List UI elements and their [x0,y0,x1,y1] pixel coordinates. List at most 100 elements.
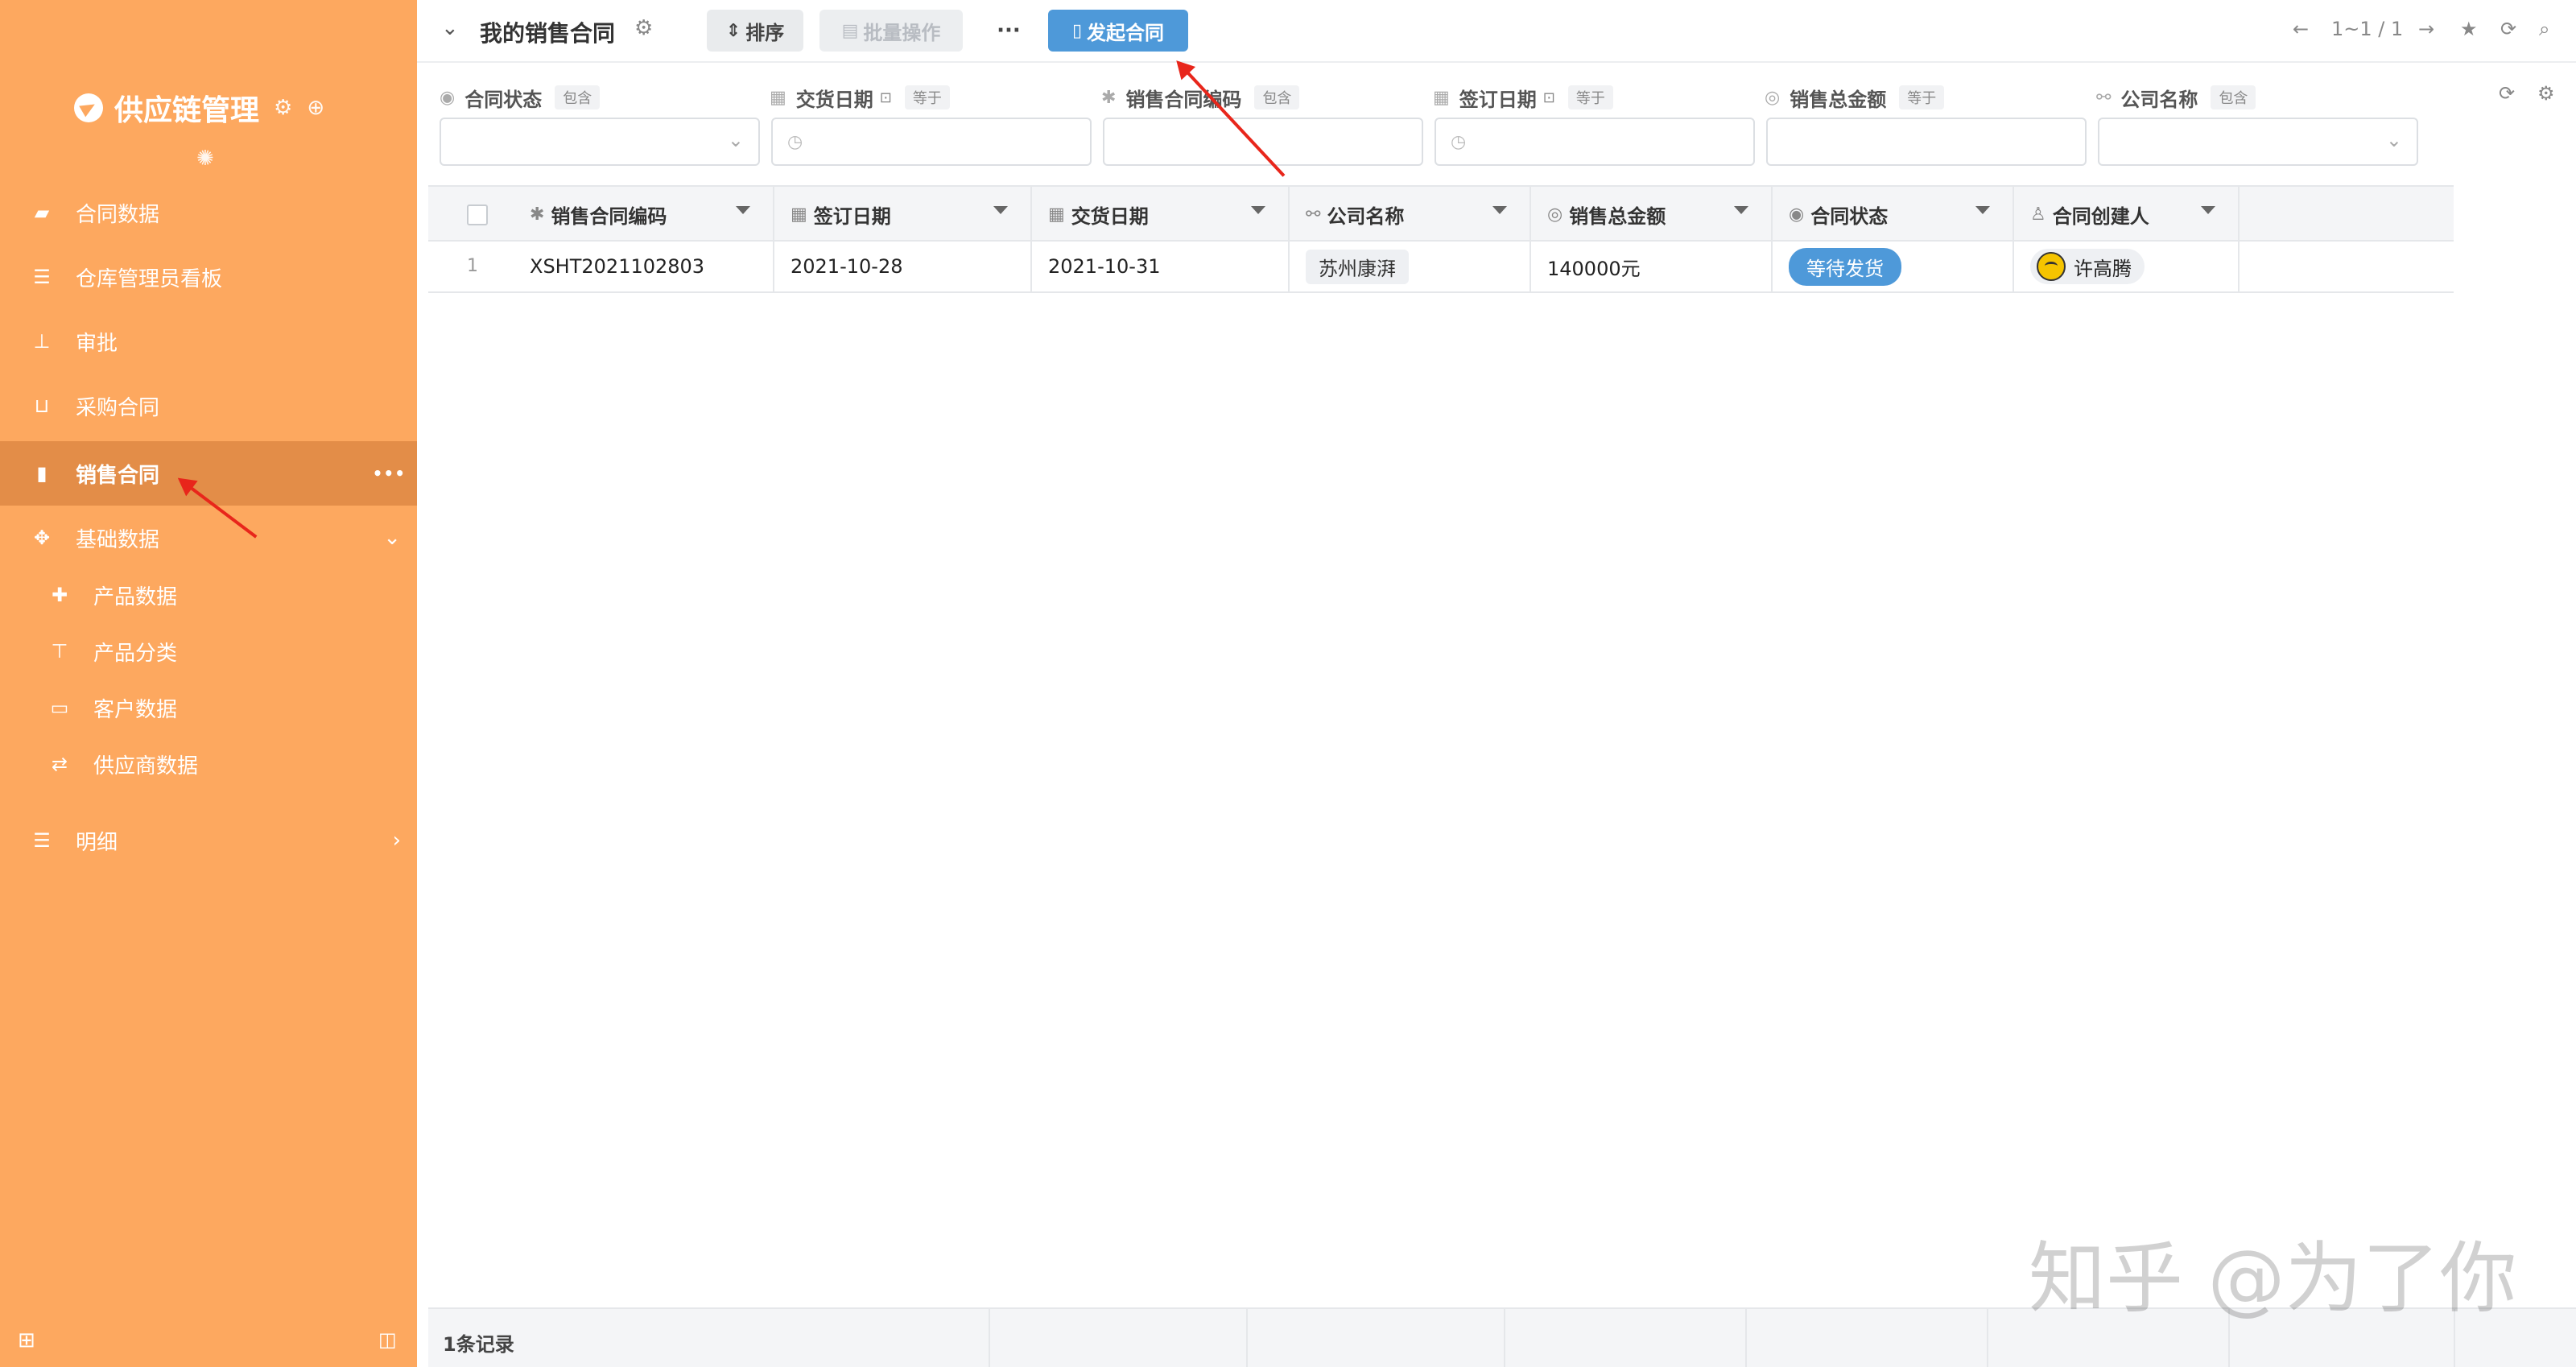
contract-status-select[interactable]: ⌄ [440,118,760,166]
caret-down-icon[interactable] [736,206,750,214]
add-square-icon[interactable]: ⊞ [18,1328,35,1353]
batch-operation-button[interactable]: ▤ 批量操作 [819,10,963,52]
stamp-icon: ⊥ [33,330,51,353]
sort-label: 排序 [745,21,785,44]
basket-icon: ⊔ [34,394,50,417]
view-settings-icon[interactable]: ⚙ [634,16,653,40]
company-name-select[interactable]: ⌄ [2098,118,2418,166]
dropdown-square-icon[interactable]: ⊡ [1543,89,1555,106]
caret-down-icon[interactable] [1975,206,1990,214]
add-circle-icon[interactable]: ⊕ [307,96,324,120]
caret-down-icon[interactable] [1492,206,1507,214]
chevron-down-icon[interactable]: ⌄ [441,16,459,40]
more-button[interactable]: ··· [980,10,1037,52]
exchange-icon: ⇄ [51,753,68,775]
cell-company-name[interactable]: 苏州康湃 [1290,242,1531,291]
user-chip[interactable]: 许高腾 [2030,249,2145,284]
paper-plane-icon [74,93,103,122]
search-icon[interactable]: ⌕ [2539,18,2549,40]
column-header-company-name[interactable]: ⚯ 公司名称 [1290,187,1531,242]
check-circle-icon: ◉ [440,87,456,108]
chevron-down-icon[interactable]: ⌄ [383,526,401,550]
sign-date-input[interactable]: ◷ [1435,118,1755,166]
user-icon: ♙ [2030,204,2046,225]
column-header-contract-status[interactable]: ◉ 合同状态 [1773,187,2014,242]
filter-operator[interactable]: 包含 [555,85,601,109]
filter-label-company-name: ⚯ 公司名称 包含 [2096,84,2256,111]
sidebar-subitem-product-category[interactable]: ⊤ 产品分类 [0,623,417,679]
sidebar-item-label: 产品数据 [93,584,178,609]
sidebar-item-sales-contract[interactable]: ▮ 销售合同 ••• [0,441,417,506]
filter-label-text: 签订日期 [1459,88,1537,111]
filter-operator[interactable]: 包含 [2211,85,2256,109]
sidebar-item-label: 采购合同 [76,395,160,420]
column-header-contract-creator[interactable]: ♙ 合同创建人 [2014,187,2240,242]
cell-contract-creator[interactable]: 许高腾 [2014,242,2240,291]
filter-operator[interactable]: 等于 [904,85,950,109]
column-header-delivery-date[interactable]: ▦ 交货日期 [1032,187,1290,242]
id-card-icon: ▭ [50,696,69,719]
sales-contract-code-input[interactable] [1103,118,1423,166]
cell-sales-total-amount[interactable]: 140000元 [1531,242,1773,291]
caret-down-icon[interactable] [1734,206,1748,214]
chevron-right-icon[interactable]: › [393,828,401,853]
cell-sales-contract-code[interactable]: XSHT2021102803 [514,242,774,291]
sort-button[interactable]: ⇕ 排序 [707,10,803,52]
sidebar-item-warehouse-board[interactable]: ☰ 仓库管理员看板 [0,245,417,309]
select-all-checkbox[interactable] [467,204,488,225]
more-icon[interactable]: ••• [373,464,406,483]
signpost-icon: ⊤ [51,640,68,663]
sidebar-item-label: 客户数据 [93,697,178,722]
clock-icon: ◷ [1451,132,1467,152]
sidebar-subitem-customer-data[interactable]: ▭ 客户数据 [0,679,417,736]
company-tag[interactable]: 苏州康湃 [1306,249,1409,284]
chevron-down-icon: ⌄ [2385,129,2402,151]
column-label: 签订日期 [813,204,891,228]
sidebar-item-detail[interactable]: ☰ 明细 › [0,808,417,873]
link-icon: ⚯ [2096,87,2112,108]
sidebar-item-label: 销售合同 [76,463,160,488]
cell-sign-date[interactable]: 2021-10-28 [774,242,1032,291]
gear-icon[interactable]: ⚙ [2537,82,2555,105]
sidebar-item-contract-data[interactable]: ▰ 合同数据 [0,180,417,245]
caret-down-icon[interactable] [993,206,1008,214]
collapse-sidebar-icon[interactable]: ◫ [378,1328,397,1351]
sidebar-subitem-product-data[interactable]: ✚ 产品数据 [0,567,417,623]
dropdown-square-icon[interactable]: ⊡ [880,89,892,106]
arrow-right-icon[interactable]: → [2418,18,2434,40]
column-header-sales-contract-code[interactable]: ✱ 销售合同编码 [514,187,774,242]
filter-operator[interactable]: 等于 [1567,85,1613,109]
book-icon: ▮ [36,462,47,485]
gear-icon[interactable]: ⚙ [274,96,292,120]
sidebar-subitem-supplier-data[interactable]: ⇄ 供应商数据 [0,736,417,792]
sidebar-item-approval[interactable]: ⊥ 审批 [0,309,417,374]
calendar-icon: ▦ [1048,204,1065,225]
column-header-sign-date[interactable]: ▦ 签订日期 [774,187,1032,242]
toolbar: ⌄ 我的销售合同 ⚙ ⇕ 排序 ▤ 批量操作 ··· ▯ 发起合同 ← 1~1 … [417,0,2576,63]
filter-operator[interactable]: 包含 [1254,85,1300,109]
table-row[interactable]: 1 XSHT2021102803 2021-10-28 2021-10-31 苏… [428,242,2454,293]
refresh-icon[interactable]: ⟳ [2499,82,2515,105]
filter-operator[interactable]: 等于 [1899,85,1945,109]
column-label: 交货日期 [1071,204,1149,228]
sales-total-amount-input[interactable] [1766,118,2087,166]
refresh-icon[interactable]: ⟳ [2500,18,2516,40]
start-contract-button[interactable]: ▯ 发起合同 [1048,10,1188,52]
cell-contract-status[interactable]: 等待发货 [1773,242,2014,291]
batch-label: 批量操作 [863,21,941,44]
calendar-icon: ▦ [1433,87,1450,108]
caret-down-icon[interactable] [1251,206,1265,214]
arrow-left-icon[interactable]: ← [2293,18,2309,40]
sidebar-item-basic-data[interactable]: ✥ 基础数据 ⌄ [0,506,417,570]
sidebar-item-label: 明细 [76,830,118,855]
column-header-sales-total-amount[interactable]: ◎ 销售总金额 [1531,187,1773,242]
star-icon[interactable]: ★ [2460,18,2478,40]
cell-delivery-date[interactable]: 2021-10-31 [1032,242,1290,291]
caret-down-icon[interactable] [2201,206,2215,214]
table-header: ✱ 销售合同编码 ▦ 签订日期 ▦ 交货日期 ⚯ 公司名称 ◎ 销售总金额 ◉ … [428,185,2454,242]
asterisk-icon: ✱ [1101,87,1117,108]
loading-icon: ✺ [196,147,214,171]
brand: 供应链管理 ⚙ ⊕ [74,84,324,132]
sidebar-item-purchase-contract[interactable]: ⊔ 采购合同 [0,374,417,438]
delivery-date-input[interactable]: ◷ [771,118,1092,166]
